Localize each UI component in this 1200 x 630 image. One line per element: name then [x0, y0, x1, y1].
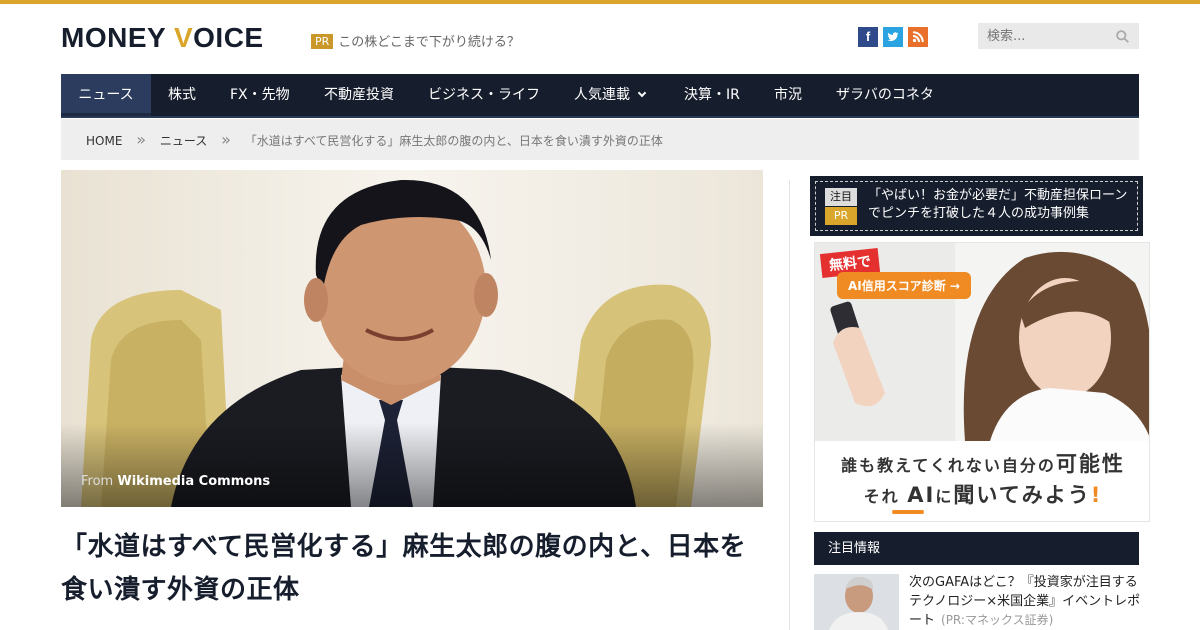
- column-divider: [789, 180, 790, 630]
- ad-copy-emphasis: 可能性: [1055, 452, 1125, 476]
- nav-label: 決算・IR: [684, 87, 740, 103]
- ad-copy-text: に: [935, 487, 954, 506]
- ad-cta-button[interactable]: AI信用スコア診断 →: [837, 272, 971, 299]
- ad-underline: [892, 510, 924, 514]
- nav-label: ビジネス・ライフ: [428, 87, 540, 103]
- rss-icon[interactable]: [908, 27, 928, 47]
- nav-item-stocks[interactable]: 株式: [168, 74, 196, 116]
- nav-item-earnings-ir[interactable]: 決算・IR: [684, 74, 740, 116]
- credit-source[interactable]: Wikimedia Commons: [117, 474, 270, 489]
- image-credit: From Wikimedia Commons: [81, 474, 270, 489]
- ad-copy-exclamation: !: [1090, 483, 1103, 507]
- breadcrumb-section[interactable]: ニュース: [160, 134, 207, 148]
- notice-border: 注目 PR 「やばい！お金が必要だ」不動産担保ローンでピンチを打破した４人の成功…: [815, 181, 1138, 231]
- sidebar-ad-banner[interactable]: 無料で AI信用スコア診断 → 誰も教えてくれない自分の可能性 それ AIに聞い…: [814, 242, 1150, 522]
- logo-text-money: MONEY: [61, 22, 166, 53]
- ad-copy-text: それ: [863, 487, 900, 506]
- nav-item-market[interactable]: 市況: [774, 74, 802, 116]
- nav-label: 不動産投資: [324, 87, 394, 103]
- search-icon[interactable]: [1116, 30, 1129, 43]
- search-input[interactable]: [978, 23, 1139, 49]
- article-title: 「水道はすべて民営化する」麻生太郎の腹の内と、日本を食い潰す外資の正体: [61, 532, 747, 605]
- site-logo[interactable]: MONEY VOICE: [61, 22, 264, 54]
- nav-item-zaraba-konata[interactable]: ザラバのコネタ: [836, 74, 934, 116]
- nav-item-fx[interactable]: FX・先物: [230, 74, 290, 116]
- ad-copy-line-2: それ AIに聞いてみよう!: [815, 479, 1149, 509]
- featured-item-source: (PR:マネックス証券): [941, 613, 1054, 627]
- pr-link-text: この株どこまで下がり続ける？: [338, 35, 520, 50]
- featured-item[interactable]: 次のGAFAはどこ？『投資家が注目するテクノロジー×米国企業』イベントレポート(…: [909, 573, 1141, 630]
- nav-label: 市況: [774, 87, 802, 103]
- breadcrumb-home[interactable]: HOME: [86, 134, 122, 148]
- main-nav: ニュース 株式 FX・先物 不動産投資 ビジネス・ライフ 人気連載 決算・IR …: [61, 74, 1139, 118]
- ad-copy-emphasis: 聞いてみよう: [953, 483, 1091, 507]
- facebook-icon[interactable]: f: [858, 27, 878, 47]
- notice-text: 「やばい！お金が必要だ」不動産担保ローンでピンチを打破した４人の成功事例集: [868, 188, 1128, 221]
- logo-accent-letter: V: [173, 22, 194, 53]
- featured-thumbnail[interactable]: [814, 574, 899, 630]
- nav-item-business-life[interactable]: ビジネス・ライフ: [428, 74, 540, 116]
- top-accent-bar: [0, 0, 1200, 4]
- nav-label: 人気連載: [574, 87, 630, 103]
- chevron-down-icon: [637, 88, 647, 98]
- logo-text-voice: OICE: [193, 22, 264, 53]
- ad-copy-emphasis: AI: [907, 483, 936, 507]
- nav-item-news[interactable]: ニュース: [61, 74, 151, 116]
- nav-label: ザラバのコネタ: [836, 87, 934, 103]
- notice-tag-pr: PR: [825, 207, 857, 225]
- twitter-icon[interactable]: [883, 27, 903, 47]
- breadcrumb-current: 「水道はすべて民営化する」麻生太郎の腹の内と、日本を食い潰す外資の正体: [244, 134, 663, 148]
- nav-item-popular-series[interactable]: 人気連載: [574, 74, 647, 116]
- breadcrumb-separator: »: [221, 130, 231, 149]
- credit-prefix: From: [81, 474, 114, 489]
- breadcrumb: HOME » ニュース » 「水道はすべて民営化する」麻生太郎の腹の内と、日本を…: [61, 119, 1139, 160]
- pr-badge: PR: [311, 34, 334, 49]
- sidebar-pr-notice[interactable]: 注目 PR 「やばい！お金が必要だ」不動産担保ローンでピンチを打破した４人の成功…: [810, 176, 1143, 236]
- article-hero-image: [61, 170, 763, 507]
- nav-item-real-estate[interactable]: 不動産投資: [324, 74, 394, 116]
- nav-label: ニュース: [78, 87, 134, 103]
- ad-copy-text: 誰も教えてくれない自分の: [841, 456, 1056, 475]
- nav-label: FX・先物: [230, 87, 290, 103]
- header-pr-link[interactable]: PR この株どこまで下がり続ける？: [311, 31, 520, 50]
- sidebar-section-title: 注目情報: [814, 532, 1139, 565]
- notice-tag-featured: 注目: [825, 188, 857, 206]
- nav-label: 株式: [168, 87, 196, 103]
- ad-copy-line-1: 誰も教えてくれない自分の可能性: [815, 448, 1149, 478]
- breadcrumb-separator: »: [136, 130, 147, 149]
